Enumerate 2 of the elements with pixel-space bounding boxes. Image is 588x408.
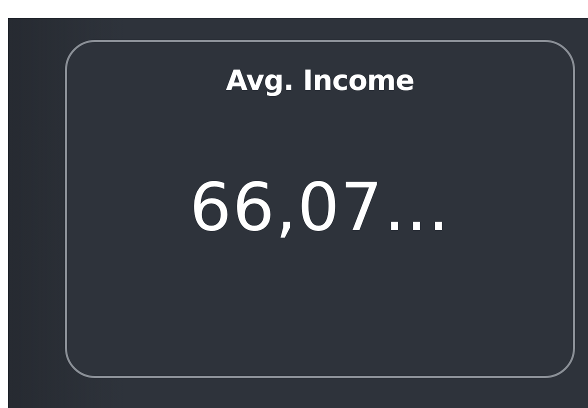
income-value: 66,07… [190, 169, 450, 246]
card-title: Avg. Income [226, 64, 414, 97]
